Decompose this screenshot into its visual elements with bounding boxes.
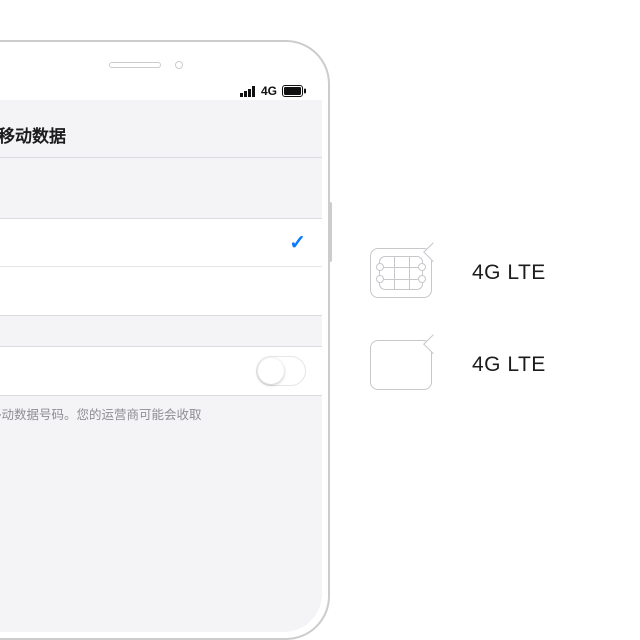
sim-physical-label: 4G LTE <box>472 261 546 285</box>
side-button <box>328 202 332 262</box>
phone-frame: 4G 蜂窝移动数据 19 ✓ 23 <box>0 40 330 640</box>
line-row[interactable]: 19 ✓ <box>0 219 322 267</box>
toggle-list: 据 <box>0 346 322 396</box>
section-footer: 蜂窝移动数据号码。您的运营商可能会收取 <box>0 396 322 431</box>
toggle-knob <box>258 358 284 384</box>
line-list: 19 ✓ 23 <box>0 218 322 316</box>
section-gap <box>0 158 322 218</box>
page-title: 蜂窝移动数据 <box>0 122 306 147</box>
device-top <box>0 48 322 82</box>
page-header: 蜂窝移动数据 <box>0 100 322 158</box>
checkmark-icon: ✓ <box>289 230 306 255</box>
network-label: 4G <box>261 84 277 98</box>
toggle-switch[interactable] <box>256 356 306 386</box>
front-camera <box>175 61 183 69</box>
esim-card-icon <box>370 340 432 390</box>
speaker-grille <box>109 62 161 68</box>
signal-icon <box>240 86 256 97</box>
toggle-row[interactable]: 据 <box>0 347 322 395</box>
status-bar: 4G <box>0 82 322 100</box>
battery-icon <box>282 85 306 97</box>
section-gap <box>0 316 322 346</box>
sim-card-icon <box>370 248 432 298</box>
sim-chip-icon <box>379 256 423 290</box>
line-row[interactable]: 23 <box>0 267 322 315</box>
phone-screen: 4G 蜂窝移动数据 19 ✓ 23 <box>0 48 322 632</box>
sim-esim-label: 4G LTE <box>472 353 546 377</box>
sim-esim-block: 4G LTE <box>370 340 546 390</box>
sim-physical-block: 4G LTE <box>370 248 546 298</box>
